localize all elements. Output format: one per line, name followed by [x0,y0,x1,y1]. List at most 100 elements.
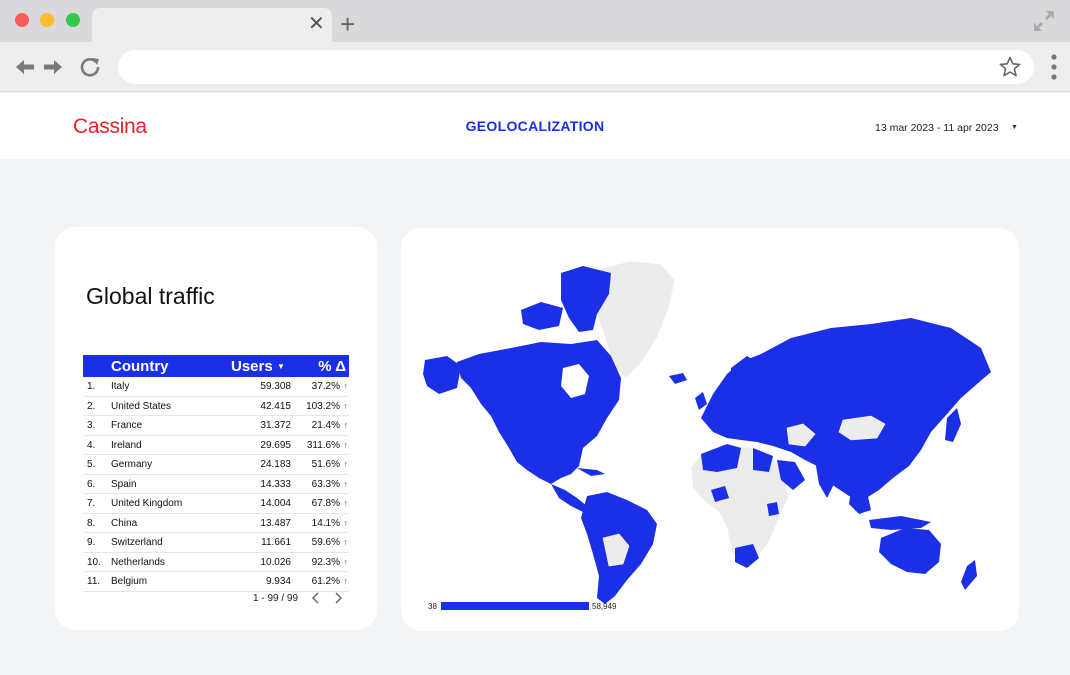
table-row[interactable]: 10. Netherlands 10.026 92.3% ↑ [83,553,349,572]
row-index: 2. [87,400,96,412]
row-index: 9. [87,537,96,548]
close-window-button[interactable] [15,13,29,27]
row-country: Germany [111,459,153,470]
table-row[interactable]: 3. France 31.372 21.4% ↑ [83,416,349,436]
table-row[interactable]: 5. Germany 24.183 51.6% ↑ [83,455,349,475]
row-users: 14.004 [260,498,291,509]
table-row[interactable]: 2. United States 42.415 103.2% ↑ [83,397,349,416]
map-region-iceland [669,373,687,384]
table-row[interactable]: 6. Spain 14.333 63.3% ↑ [83,475,349,494]
close-icon[interactable]: ✕ [308,14,325,34]
table-row[interactable]: 11. Belgium 9.934 61.2% ↑ [83,572,349,592]
trend-up-icon: ↑ [343,478,349,489]
chevron-down-icon[interactable]: ▼ [1011,124,1018,131]
row-country: United States [111,400,172,412]
date-range-selector[interactable]: 13 mar 2023 - 11 apr 2023 [875,122,999,134]
global-traffic-card: Global traffic Country Users ▼ % Δ 1. Ita… [55,227,377,630]
world-map[interactable] [401,228,1019,631]
table-row[interactable]: 4. Ireland 29.695 311.6% ↑ [83,436,349,455]
trend-up-icon: ↑ [343,459,349,469]
row-index: 10. [87,556,101,568]
row-country: Belgium [111,576,148,587]
column-header-delta[interactable]: % Δ [318,358,346,375]
forward-arrow-icon[interactable] [42,56,64,78]
trend-up-icon: ↑ [343,556,349,567]
map-region-new-zealand [961,560,977,590]
row-users: 59.308 [260,381,291,392]
row-country: Netherlands [111,556,165,568]
chevron-right-icon[interactable] [331,590,345,606]
column-header-country[interactable]: Country [111,358,169,375]
row-delta: 59.6% [311,537,340,548]
trend-up-icon: ↑ [343,576,349,586]
row-delta: 92.3% [311,556,340,568]
table-body: 1. Italy 59.308 37.2% ↑ 2. United States 42.415… [83,377,349,592]
sort-down-icon[interactable]: ▼ [277,362,285,371]
minimize-window-button[interactable] [40,13,54,27]
legend-color-scale [441,602,589,610]
pagination-label: 1 - 99 / 99 [253,593,299,604]
maximize-window-button[interactable] [66,13,80,27]
back-arrow-icon[interactable] [14,56,36,78]
browser-titlebar: ✕ + [0,0,1070,42]
browser-toolbar [0,42,1070,92]
row-country: United Kingdom [111,498,183,509]
row-delta: 61.2% [311,576,340,587]
expand-icon[interactable] [1032,9,1056,33]
column-header-users[interactable]: Users [231,358,273,375]
map-region-uk [695,392,707,410]
row-index: 7. [87,498,96,509]
row-delta: 103.2% [306,400,340,412]
star-icon[interactable] [998,55,1022,79]
row-users: 29.695 [260,439,291,451]
row-country: Spain [111,478,137,490]
row-users: 9.934 [265,576,291,587]
row-users: 14.333 [260,478,291,490]
map-region-canada-islands [521,302,563,330]
table-row[interactable]: 9. Switzerland 11.661 59.6% ↑ [83,533,349,553]
row-index: 3. [87,420,96,431]
page-header: Cassina GEOLOCALIZATION 13 mar 2023 - 11… [0,93,1070,159]
map-region-india [815,460,837,498]
address-bar[interactable] [118,50,1034,84]
map-region-north-africa [701,444,741,472]
row-country: China [111,517,138,529]
trend-up-icon: ↑ [343,537,349,547]
trend-up-icon: ↑ [343,420,349,430]
reload-icon[interactable] [79,56,101,78]
row-delta: 14.1% [311,517,340,529]
chevron-left-icon[interactable] [309,590,323,606]
card-title: Global traffic [86,283,215,309]
map-region-central-america [551,484,587,512]
map-region-caribbean [577,468,605,476]
row-delta: 311.6% [306,439,340,451]
legend-min-label: 38 [428,602,437,611]
map-region-australia [879,528,941,574]
row-index: 11. [87,576,101,587]
row-users: 42.415 [260,400,291,412]
row-users: 13.487 [260,517,291,529]
kebab-menu-icon[interactable] [1050,54,1058,80]
row-country: Italy [111,381,130,392]
table-row[interactable]: 7. United Kingdom 14.004 67.8% ↑ [83,494,349,514]
map-region-indonesia [869,516,931,530]
row-delta: 63.3% [311,478,340,490]
plus-icon[interactable]: + [340,11,355,37]
trend-up-icon: ↑ [343,439,349,450]
row-users: 24.183 [260,459,291,470]
row-users: 31.372 [260,420,291,431]
row-index: 6. [87,478,96,490]
row-delta: 67.8% [311,498,340,509]
map-region-north-america [457,340,621,484]
table-row[interactable]: 1. Italy 59.308 37.2% ↑ [83,377,349,397]
trend-up-icon: ↑ [343,400,349,411]
row-country: Ireland [111,439,142,451]
legend-max-label: 58,949 [592,602,617,611]
map-region-kenya [767,502,779,516]
table-row[interactable]: 8. China 13.487 14.1% ↑ [83,514,349,533]
row-users: 10.026 [260,556,291,568]
row-index: 8. [87,517,96,529]
row-users: 11.661 [261,537,291,548]
browser-tab[interactable] [92,8,332,42]
trend-up-icon: ↑ [343,381,349,391]
